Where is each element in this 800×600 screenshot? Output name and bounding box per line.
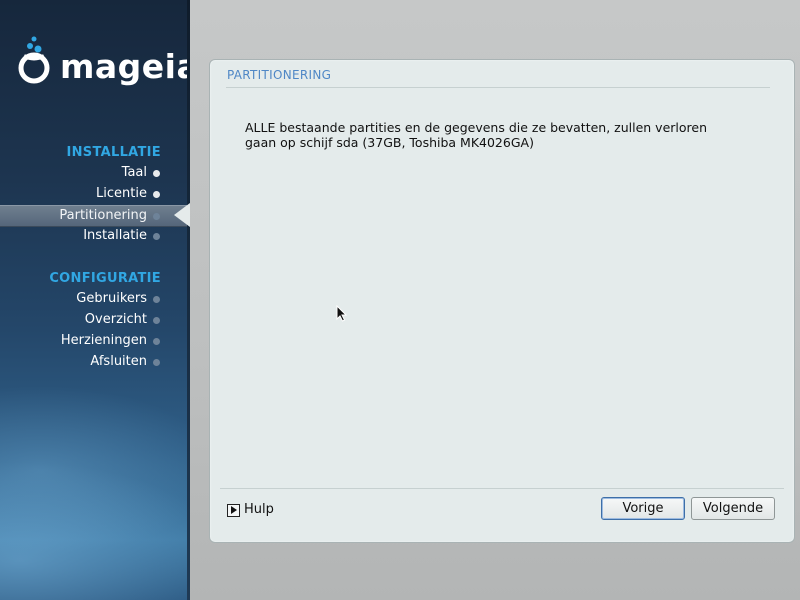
step-pending-dot-icon <box>153 296 160 303</box>
warning-message-line-2: gaan op schijf sda (37GB, Toshiba MK4026… <box>245 135 534 150</box>
footer-divider <box>220 488 784 489</box>
back-button[interactable]: Vorige <box>601 497 685 520</box>
help-label[interactable]: Hulp <box>244 502 274 517</box>
next-button[interactable]: Volgende <box>691 497 775 520</box>
sidebar-item-overzicht: Overzicht <box>0 310 190 331</box>
active-step-pointer-icon <box>174 203 190 227</box>
section-title-configuratie: CONFIGURATIE <box>49 271 161 286</box>
warning-message-line-1: ALLE bestaande partities en de gegevens … <box>245 120 707 135</box>
sidebar-item-taal: Taal <box>0 163 190 184</box>
sidebar-item-installatie: Installatie <box>0 226 190 247</box>
cauldron-icon <box>18 36 50 84</box>
step-pending-dot-icon <box>153 359 160 366</box>
sidebar-item-herzieningen: Herzieningen <box>0 331 190 352</box>
step-active-dot-icon <box>153 213 160 220</box>
step-done-dot-icon <box>153 191 160 198</box>
sidebar-item-label: Partitionering <box>59 208 147 223</box>
main-panel: PARTITIONERING ALLE bestaande partities … <box>209 59 795 543</box>
sidebar: mageia INSTALLATIE Taal Licentie Partiti… <box>0 0 190 600</box>
sidebar-item-label: Gebruikers <box>76 291 147 306</box>
page-title: PARTITIONERING <box>227 68 332 82</box>
sidebar-item-gebruikers: Gebruikers <box>0 289 190 310</box>
brand-name: mageia <box>60 47 190 86</box>
sidebar-item-licentie: Licentie <box>0 184 190 205</box>
sidebar-item-label: Installatie <box>83 228 147 243</box>
expand-arrow-icon[interactable] <box>227 504 240 517</box>
mageia-logo: mageia <box>18 34 190 94</box>
sidebar-item-label: Licentie <box>96 186 147 201</box>
step-pending-dot-icon <box>153 317 160 324</box>
title-divider <box>226 87 770 88</box>
sidebar-item-partitionering: Partitionering <box>0 205 190 227</box>
sidebar-item-label: Herzieningen <box>60 333 147 348</box>
step-pending-dot-icon <box>153 338 160 345</box>
step-pending-dot-icon <box>153 233 160 240</box>
warning-message: ALLE bestaande partities en de gegevens … <box>245 120 745 150</box>
sidebar-item-label: Afsluiten <box>90 354 147 369</box>
section-title-installatie: INSTALLATIE <box>66 145 161 160</box>
sidebar-item-label: Overzicht <box>84 312 147 327</box>
sidebar-item-label: Taal <box>121 165 147 180</box>
sidebar-item-afsluiten: Afsluiten <box>0 352 190 373</box>
step-done-dot-icon <box>153 170 160 177</box>
mouse-cursor-icon <box>336 305 348 322</box>
